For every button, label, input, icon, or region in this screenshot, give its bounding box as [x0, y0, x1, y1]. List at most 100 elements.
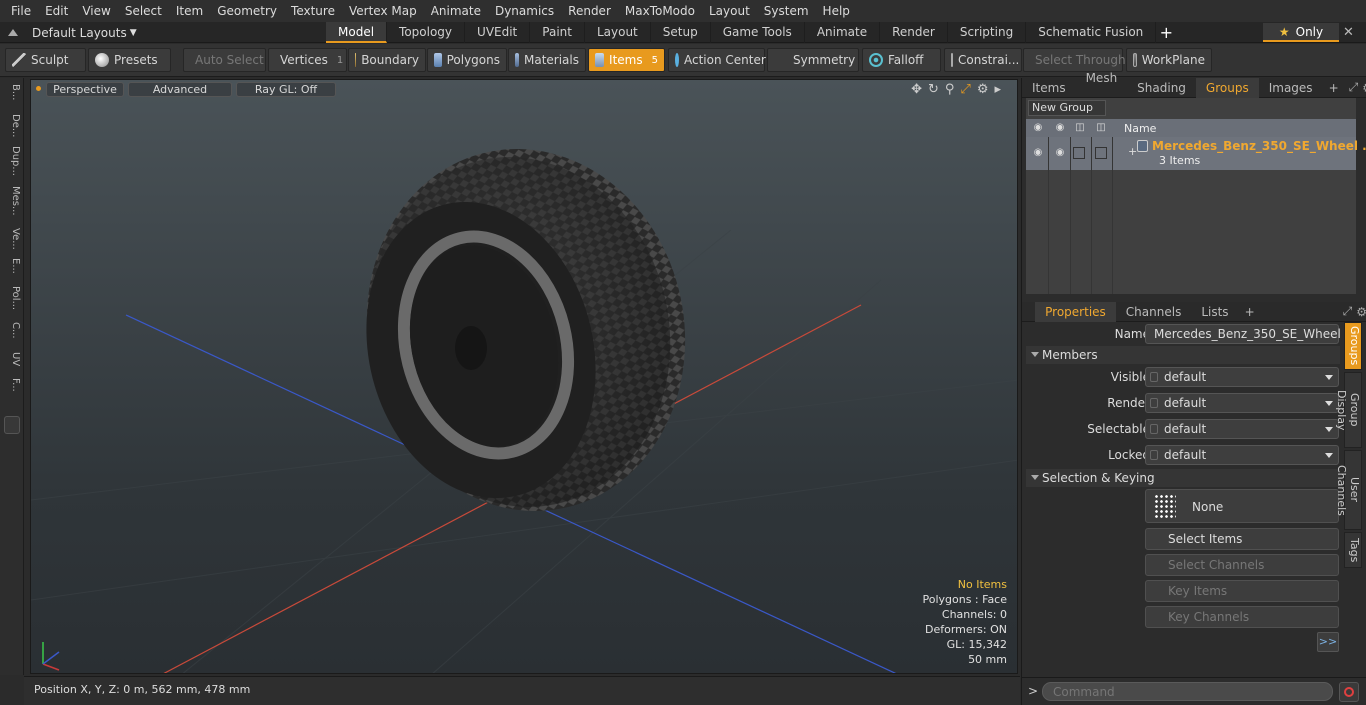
left-tab-duplicate[interactable]: Dup...	[3, 146, 21, 176]
locked-dropdown[interactable]: default	[1145, 445, 1339, 465]
add-panel-tab-button[interactable]: +	[1323, 78, 1345, 98]
none-button[interactable]: None	[1145, 489, 1339, 523]
rotate-view-icon[interactable]: ↻	[928, 82, 939, 97]
tab-channels[interactable]: Channels	[1116, 302, 1192, 322]
falloff-button[interactable]: Falloff	[862, 48, 941, 72]
render-dropdown[interactable]: default	[1145, 393, 1339, 413]
viewport-menu-dot[interactable]	[36, 86, 41, 91]
vtab-groups[interactable]: Groups	[1344, 322, 1362, 370]
3d-viewport[interactable]: Perspective Advanced Ray GL: Off ✥ ↻ ⚲ ⤢…	[30, 79, 1018, 674]
new-group-button[interactable]: New Group	[1028, 100, 1106, 116]
menu-file[interactable]: File	[4, 0, 38, 22]
constraints-button[interactable]: Constrai...	[944, 48, 1022, 72]
tab-images[interactable]: Images	[1259, 78, 1323, 98]
selectable-dropdown[interactable]: default	[1145, 419, 1339, 439]
tab-topology[interactable]: Topology	[387, 22, 466, 43]
polygons-button[interactable]: Polygons	[427, 48, 507, 72]
record-macro-button[interactable]	[1339, 682, 1359, 702]
zoom-view-icon[interactable]: ⚲	[945, 82, 955, 97]
workplane-button[interactable]: WorkPlane	[1126, 48, 1212, 72]
gear-icon[interactable]: ⚙	[1362, 81, 1366, 95]
vtab-user-channels[interactable]: User Channels	[1335, 450, 1362, 530]
members-section[interactable]: Members	[1026, 346, 1340, 364]
tab-lists[interactable]: Lists	[1191, 302, 1238, 322]
menu-geometry[interactable]: Geometry	[210, 0, 284, 22]
tab-animate[interactable]: Animate	[805, 22, 881, 43]
auto-select-button[interactable]: Auto Select	[183, 48, 266, 72]
left-tab-edge[interactable]: E...	[3, 258, 21, 274]
action-center-button[interactable]: Action Center	[668, 48, 766, 72]
selection-keying-section[interactable]: Selection & Keying	[1026, 469, 1340, 487]
close-icon[interactable]: ✕	[1343, 22, 1354, 43]
vtab-tags[interactable]: Tags	[1344, 532, 1362, 568]
tab-layout[interactable]: Layout	[585, 22, 651, 43]
sculpt-button[interactable]: Sculpt	[5, 48, 86, 72]
left-tab-vertex[interactable]: Ve...	[3, 228, 21, 250]
menu-select[interactable]: Select	[118, 0, 169, 22]
boundary-button[interactable]: Boundary	[348, 48, 426, 72]
row-eye-icon[interactable]: ◉	[1032, 147, 1044, 159]
tab-properties[interactable]: Properties	[1035, 301, 1116, 322]
select-items-button[interactable]: Select Items	[1145, 528, 1339, 550]
row-select-checkbox[interactable]	[1095, 147, 1107, 159]
play-icon[interactable]: ▸	[994, 82, 1001, 97]
left-tab-deform[interactable]: De...	[3, 114, 21, 137]
vertices-button[interactable]: Vertices 1	[268, 48, 347, 72]
left-tab-curve[interactable]: C...	[3, 322, 21, 339]
tab-game-tools[interactable]: Game Tools	[711, 22, 805, 43]
left-strip-toggle[interactable]	[4, 416, 20, 434]
tab-scripting[interactable]: Scripting	[948, 22, 1027, 43]
raygl-dropdown[interactable]: Ray GL: Off	[236, 82, 336, 97]
lock-icon[interactable]: ◫	[1074, 122, 1086, 134]
render-icon[interactable]: ◉	[1054, 122, 1066, 134]
fit-view-icon[interactable]: ⤢	[960, 82, 970, 97]
left-tab-uv[interactable]: UV	[3, 352, 21, 366]
menu-texture[interactable]: Texture	[284, 0, 342, 22]
left-tab-fusion[interactable]: F...	[3, 378, 21, 392]
symmetry-button[interactable]: Symmetry	[767, 48, 859, 72]
group-row[interactable]: ◉ ◉ + Mercedes_Benz_350_SE_Wheel ... 3 I…	[1026, 137, 1366, 170]
expand-props-icon[interactable]: ⤢	[1343, 304, 1353, 319]
key-items-button[interactable]: Key Items	[1145, 580, 1339, 602]
menu-item[interactable]: Item	[169, 0, 210, 22]
expand-panel-icon[interactable]: ⤢	[1349, 80, 1359, 95]
row-render-icon[interactable]: ◉	[1054, 147, 1066, 159]
menu-view[interactable]: View	[75, 0, 117, 22]
items-button[interactable]: Items 5	[588, 48, 665, 72]
tire-model[interactable]	[334, 119, 719, 541]
menu-render[interactable]: Render	[561, 0, 618, 22]
add-tab-button[interactable]: +	[1156, 22, 1176, 43]
left-tab-mesh[interactable]: Mes...	[3, 186, 21, 216]
tab-shading[interactable]: Shading	[1127, 78, 1196, 98]
tab-setup[interactable]: Setup	[651, 22, 711, 43]
tab-paint[interactable]: Paint	[530, 22, 585, 43]
tab-schematic-fusion[interactable]: Schematic Fusion	[1026, 22, 1157, 43]
eye-icon[interactable]: ◉	[1032, 122, 1044, 134]
name-field[interactable]: Mercedes_Benz_350_SE_Wheel (3)	[1145, 324, 1341, 359]
only-button[interactable]: ★ Only	[1263, 23, 1339, 42]
select-channels-button[interactable]: Select Channels	[1145, 554, 1339, 576]
perspective-dropdown[interactable]: Perspective	[46, 82, 124, 97]
menu-maxtomodo[interactable]: MaxToModo	[618, 0, 702, 22]
menu-help[interactable]: Help	[816, 0, 857, 22]
default-layouts-dropdown[interactable]: Default Layouts ▼	[8, 22, 137, 43]
select-icon[interactable]: ◫	[1095, 122, 1107, 134]
move-view-icon[interactable]: ✥	[911, 82, 922, 97]
menu-animate[interactable]: Animate	[424, 0, 488, 22]
command-input[interactable]	[1042, 682, 1333, 701]
tab-items[interactable]: Items	[1022, 78, 1076, 98]
advanced-dropdown[interactable]: Advanced	[128, 82, 232, 97]
left-tab-polygon[interactable]: Pol...	[3, 286, 21, 310]
gear-icon[interactable]: ⚙	[1356, 305, 1366, 319]
left-tab-basic[interactable]: B...	[3, 84, 21, 100]
presets-button[interactable]: Presets	[88, 48, 171, 72]
add-props-tab-button[interactable]: +	[1239, 302, 1261, 322]
key-channels-button[interactable]: Key Channels	[1145, 606, 1339, 628]
menu-dynamics[interactable]: Dynamics	[488, 0, 561, 22]
row-lock-checkbox[interactable]	[1073, 147, 1085, 159]
menu-system[interactable]: System	[757, 0, 816, 22]
expand-up-icon[interactable]	[8, 29, 18, 36]
tab-groups[interactable]: Groups	[1195, 77, 1259, 98]
expand-button[interactable]: >>	[1317, 632, 1339, 652]
menu-vertex-map[interactable]: Vertex Map	[342, 0, 424, 22]
